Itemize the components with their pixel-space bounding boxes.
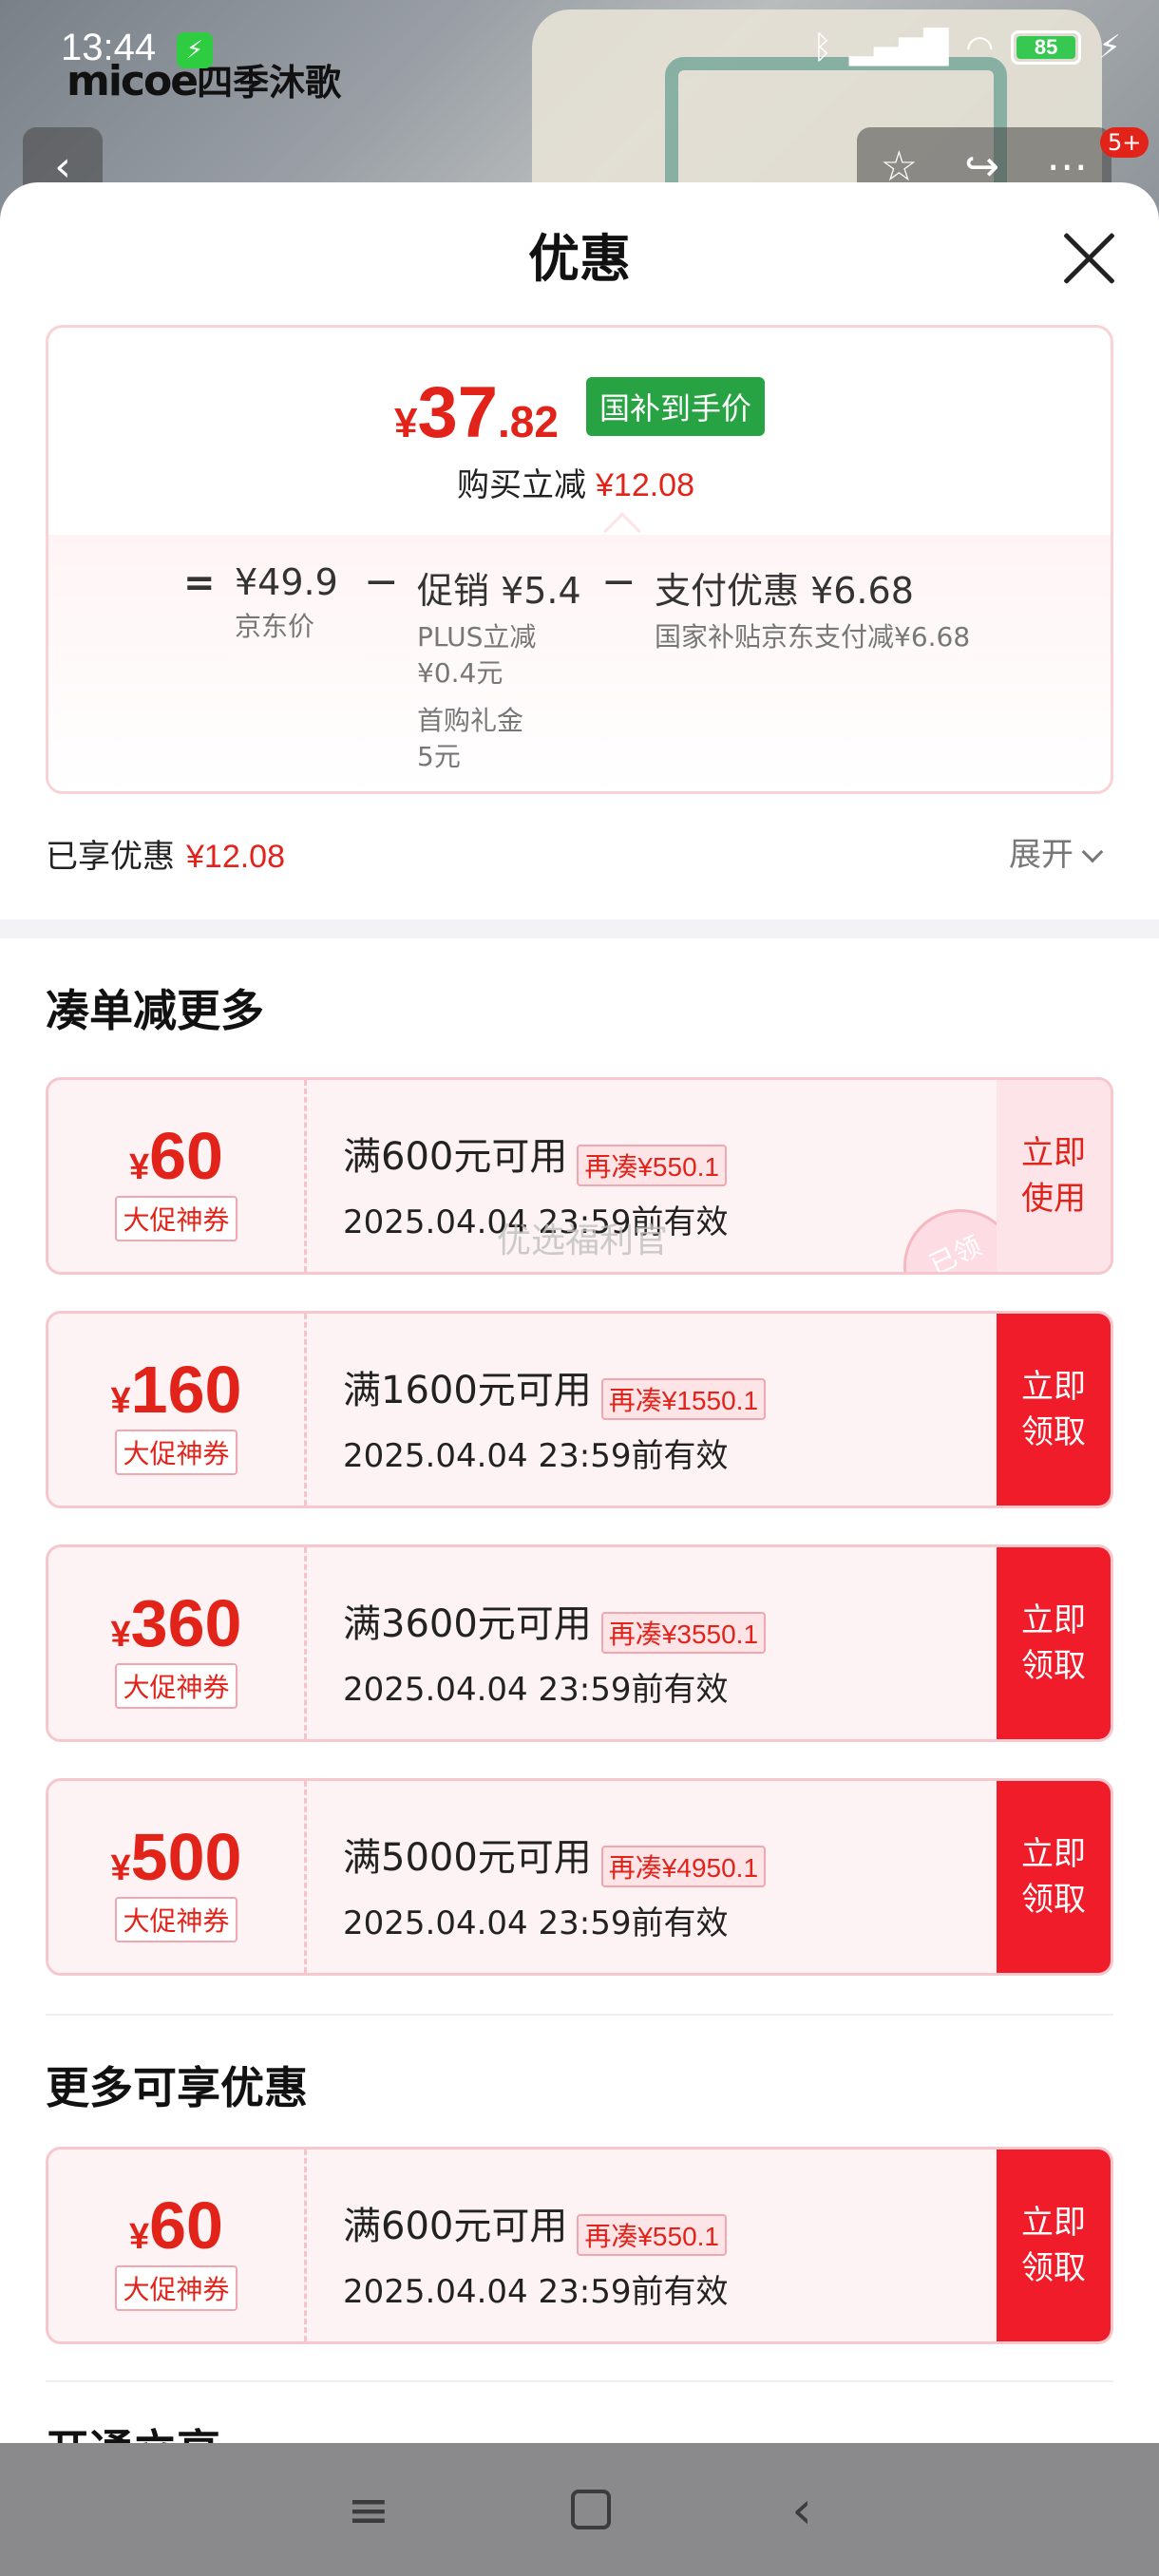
divider xyxy=(46,2014,1113,2016)
charging-bolt-icon: ⚡ xyxy=(1098,28,1121,66)
battery-icon: 85 xyxy=(1011,30,1082,65)
back-icon[interactable]: ‹ xyxy=(791,2480,812,2540)
status-time: 13:44 xyxy=(61,27,157,68)
enjoyed-discount: 已享优惠 ¥12.08 xyxy=(46,838,285,876)
coupon-tag: 大促神券 xyxy=(115,1196,238,1241)
section-title-membership: 开通立享 xyxy=(46,2416,220,2443)
divider xyxy=(46,2380,1113,2382)
buy-discount: 购买立减 ¥12.08 xyxy=(457,466,694,504)
signal-icon: ▂▄▆█ xyxy=(848,28,949,66)
battery-level: 85 xyxy=(1016,36,1076,59)
coupon-tag: 大促神券 xyxy=(115,1663,238,1709)
coupon-card: ¥500 大促神券 满5000元可用 再凑¥4950.1 2025.04.04 2… xyxy=(46,1778,1113,1976)
wifi-icon: ◠ xyxy=(965,28,995,66)
minus-sign: − xyxy=(601,558,636,606)
equals-sign: = xyxy=(183,561,216,605)
claim-now-button[interactable]: 立即 领取 xyxy=(997,1314,1111,1506)
watermark-text: 优选福利官 xyxy=(497,1222,669,1260)
claim-now-button[interactable]: 立即 领取 xyxy=(997,1781,1111,1973)
sheet-title: 优惠 xyxy=(528,229,631,289)
price-breakdown: = ¥49.9 京东价 − 促销 ¥5.4 PLUS立减 ¥0.4元 首购礼金 5元… xyxy=(48,535,1111,791)
coupon-card: ¥160 大促神券 满1600元可用 再凑¥1550.1 2025.04.04 2… xyxy=(46,1311,1113,1508)
message-badge: 5+ xyxy=(1100,127,1150,158)
bluetooth-icon: ᛒ xyxy=(812,28,832,66)
final-price: ¥37.82 xyxy=(394,372,559,453)
close-icon[interactable] xyxy=(1060,230,1117,287)
charging-icon: ⚡ xyxy=(177,32,213,68)
coupon-card: ¥360 大促神券 满3600元可用 再凑¥3550.1 2025.04.04 2… xyxy=(46,1544,1113,1742)
jd-price-col: ¥49.9 京东价 xyxy=(235,561,338,642)
section-title-combine: 凑单减更多 xyxy=(46,985,264,1036)
coupon-tag: 大促神券 xyxy=(115,2265,238,2311)
system-nav-bar: ≡ ‹ xyxy=(0,2443,1159,2576)
claim-now-button[interactable]: 立即 领取 xyxy=(997,1547,1111,1739)
home-icon[interactable] xyxy=(570,2490,611,2529)
chevron-down-icon xyxy=(1081,841,1104,863)
promo-col: 促销 ¥5.4 PLUS立减 ¥0.4元 首购礼金 5元 xyxy=(417,570,581,772)
section-title-more: 更多可享优惠 xyxy=(46,2062,308,2113)
menu-icon[interactable]: ≡ xyxy=(347,2480,390,2540)
price-card: ¥37.82 国补到手价 购买立减 ¥12.08 = ¥49.9 京东价 − 促销… xyxy=(46,325,1113,794)
coupon-tag: 大促神券 xyxy=(115,1430,238,1475)
status-bar: 13:44 ⚡ ᛒ ▂▄▆█ ◠ 85 ⚡ xyxy=(0,0,1159,95)
coupon-tag: 大促神券 xyxy=(115,1897,238,1942)
coupon-card: ¥60 大促神券 满600元可用 再凑¥550.1 2025.04.04 23:5… xyxy=(46,1077,1113,1275)
section-divider xyxy=(0,919,1159,938)
minus-sign: − xyxy=(364,558,399,606)
expand-button[interactable]: 展开 xyxy=(1009,828,1104,875)
use-now-button[interactable]: 立即 使用 xyxy=(997,1080,1111,1272)
subsidy-price-tag: 国补到手价 xyxy=(586,377,766,436)
pay-discount-col: 支付优惠 ¥6.68 国家补贴京东支付减¥6.68 xyxy=(655,570,971,653)
claim-now-button[interactable]: 立即 领取 xyxy=(997,2150,1111,2341)
coupon-card: ¥60 大促神券 满600元可用 再凑¥550.1 2025.04.04 23:5… xyxy=(46,2147,1113,2344)
discount-sheet: 优惠 ¥37.82 国补到手价 购买立减 ¥12.08 = ¥49.9 京东价 −… xyxy=(0,182,1159,2443)
status-icons: ᛒ ▂▄▆█ ◠ 85 ⚡ xyxy=(812,28,1121,66)
